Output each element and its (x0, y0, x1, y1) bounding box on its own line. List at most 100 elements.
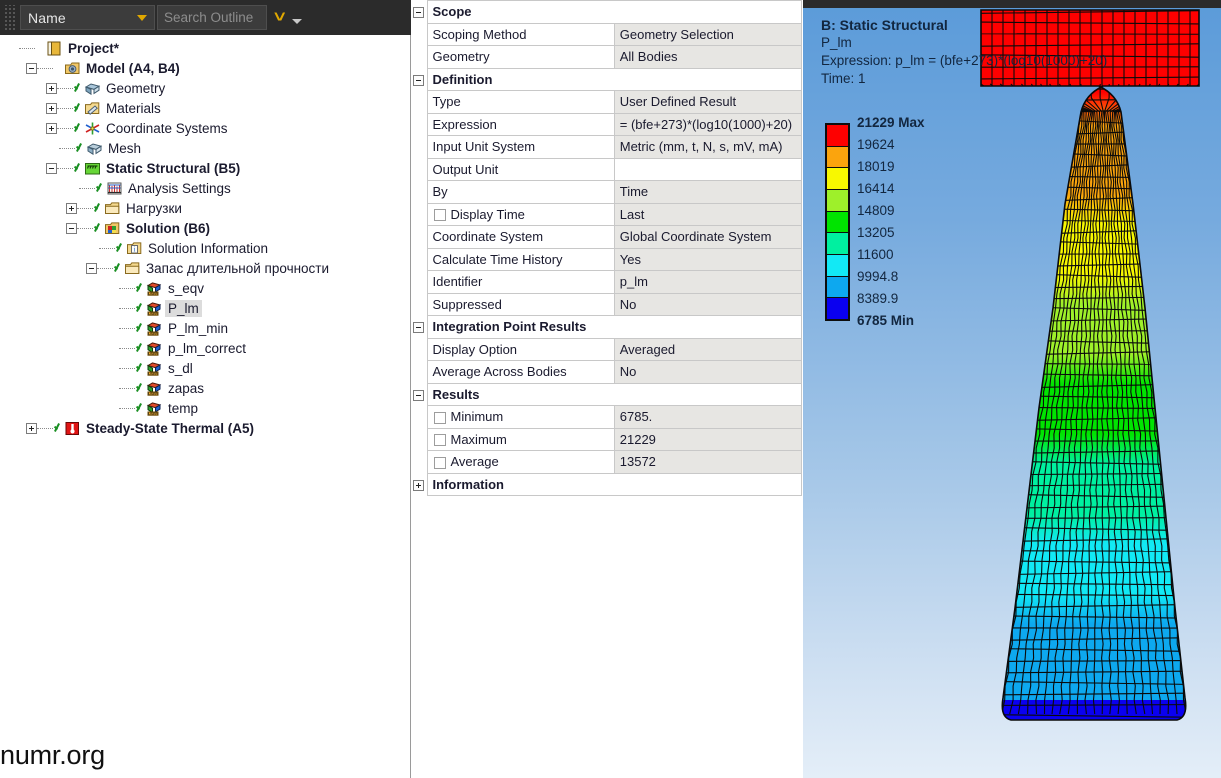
model-tree[interactable]: Project*Model (A4, B4)GeometryMaterialsC… (0, 35, 410, 778)
details-row-checkbox[interactable] (434, 434, 446, 446)
details-row: ByTime (411, 181, 802, 204)
details-row-value[interactable]: Last (614, 203, 801, 226)
details-row-value[interactable]: All Bodies (614, 46, 801, 69)
tree-item-materials[interactable]: Materials (0, 98, 410, 118)
details-row-value[interactable]: 13572 (614, 451, 801, 474)
tree-item-steady-state-thermal-a5[interactable]: Steady-State Thermal (A5) (0, 418, 410, 438)
tree-item-zapas[interactable]: USERzapas (0, 378, 410, 398)
chevron-down-small-icon[interactable] (292, 19, 302, 24)
details-row: Identifierp_lm (411, 271, 802, 294)
details-group-title: Integration Point Results (427, 316, 802, 339)
details-row-gutter (411, 46, 427, 69)
details-row-value[interactable]: = (bfe+273)*(log10(1000)+20) (614, 113, 801, 136)
tree-item-temp[interactable]: USERtemp (0, 398, 410, 418)
viewport-top-bar (803, 0, 1221, 8)
tree-item-s-dl[interactable]: USERs_dl (0, 358, 410, 378)
details-row-value[interactable]: No (614, 361, 801, 384)
details-row-gutter (411, 293, 427, 316)
tree-connector-line (97, 268, 113, 269)
tree-expand-icon[interactable] (26, 423, 37, 434)
details-row-value[interactable]: No (614, 293, 801, 316)
tree-expand-icon[interactable] (46, 83, 57, 94)
details-row-value[interactable]: Yes (614, 248, 801, 271)
details-row-value[interactable]: 6785. (614, 406, 801, 429)
details-row-checkbox[interactable] (434, 209, 446, 221)
details-row-key: Average (427, 451, 614, 474)
details-row: Display TimeLast (411, 203, 802, 226)
tree-connector-line (119, 288, 135, 289)
tree-item-project[interactable]: Project* (0, 38, 410, 58)
tree-item-geometry[interactable]: Geometry (0, 78, 410, 98)
details-row-gutter (411, 23, 427, 46)
tree-expand-icon[interactable] (66, 203, 77, 214)
details-row-value[interactable]: p_lm (614, 271, 801, 294)
legend-label: 19624 (857, 134, 925, 156)
details-row-value[interactable]: Time (614, 181, 801, 204)
tree-connector-line (37, 68, 53, 69)
details-group-gutter (411, 316, 427, 339)
details-row: Output Unit (411, 158, 802, 181)
tree-item-solution-information[interactable]: iSolution Information (0, 238, 410, 258)
outline-filter-combo[interactable]: Name (20, 5, 155, 30)
tree-item-coordinate-systems[interactable]: Coordinate Systems (0, 118, 410, 138)
details-row-key-label: Input Unit System (433, 139, 536, 154)
tree-item-label: P_lm_min (164, 321, 228, 336)
tree-item-mesh[interactable]: Mesh (0, 138, 410, 158)
details-row-key-label: Output Unit (433, 162, 499, 177)
graphics-viewport[interactable]: B: Static Structural P_lm Expression: p_… (803, 0, 1221, 778)
details-row-value[interactable]: User Defined Result (614, 91, 801, 114)
tree-item-analysis-settings[interactable]: Analysis Settings (0, 178, 410, 198)
details-group-header: Information (411, 473, 802, 496)
details-row-value[interactable] (614, 158, 801, 181)
details-row-gutter (411, 406, 427, 429)
details-row-value[interactable]: 21229 (614, 428, 801, 451)
legend-label: 11600 (857, 244, 925, 266)
tree-collapse-icon[interactable] (66, 223, 77, 234)
details-row-gutter (411, 338, 427, 361)
tree-item-p-lm-min[interactable]: USERP_lm_min (0, 318, 410, 338)
tree-connector-line (77, 228, 93, 229)
group-collapse-icon[interactable] (413, 390, 424, 401)
details-group-header: Results (411, 383, 802, 406)
tree-collapse-icon[interactable] (26, 63, 37, 74)
tree-expand-icon[interactable] (46, 123, 57, 134)
tree-item-s-eqv[interactable]: USERs_eqv (0, 278, 410, 298)
tree-connector-line (57, 88, 73, 89)
tree-item-запас-длительной-прочности[interactable]: Запас длительной прочности (0, 258, 410, 278)
details-row-checkbox[interactable] (434, 457, 446, 469)
details-row-value[interactable]: Averaged (614, 338, 801, 361)
tree-collapse-icon[interactable] (46, 163, 57, 174)
group-expand-icon[interactable] (413, 480, 424, 491)
tree-expand-icon[interactable] (46, 103, 57, 114)
tree-item-label: zapas (164, 381, 204, 396)
tree-connector-line (99, 248, 115, 249)
color-legend[interactable]: 21229 Max1962418019164141480913205116009… (825, 112, 925, 332)
tree-item-нагрузки[interactable]: Нагрузки (0, 198, 410, 218)
tree-item-solution-b6[interactable]: Solution (B6) (0, 218, 410, 238)
details-row-value[interactable]: Geometry Selection (614, 23, 801, 46)
details-row: Minimum6785. (411, 406, 802, 429)
details-row-key-label: Scoping Method (433, 27, 527, 42)
toolbar-grip-handle[interactable] (3, 5, 15, 31)
tree-item-p-lm[interactable]: USERP_lm (0, 298, 410, 318)
legend-color-band (827, 277, 848, 299)
tree-item-p-lm-correct[interactable]: USERp_lm_correct (0, 338, 410, 358)
tree-item-model-a4-b4[interactable]: Model (A4, B4) (0, 58, 410, 78)
details-row-value[interactable]: Global Coordinate System (614, 226, 801, 249)
group-collapse-icon[interactable] (413, 75, 424, 86)
search-outline-input[interactable]: Search Outline (157, 5, 267, 30)
details-row: Maximum21229 (411, 428, 802, 451)
details-row-gutter (411, 203, 427, 226)
tree-collapse-icon[interactable] (86, 263, 97, 274)
tree-item-static-structural-b5[interactable]: Static Structural (B5) (0, 158, 410, 178)
legend-labels: 21229 Max1962418019164141480913205116009… (857, 112, 925, 332)
tree-connector-line (119, 308, 135, 309)
static-structural-icon (84, 161, 101, 176)
tree-connector-line (37, 428, 53, 429)
coordinate-systems-icon (84, 121, 101, 136)
group-collapse-icon[interactable] (413, 7, 424, 18)
chevron-down-icon[interactable]: ˅ (274, 10, 286, 26)
details-row-checkbox[interactable] (434, 412, 446, 424)
group-collapse-icon[interactable] (413, 322, 424, 333)
details-row-value[interactable]: Metric (mm, t, N, s, mV, mA) (614, 136, 801, 159)
